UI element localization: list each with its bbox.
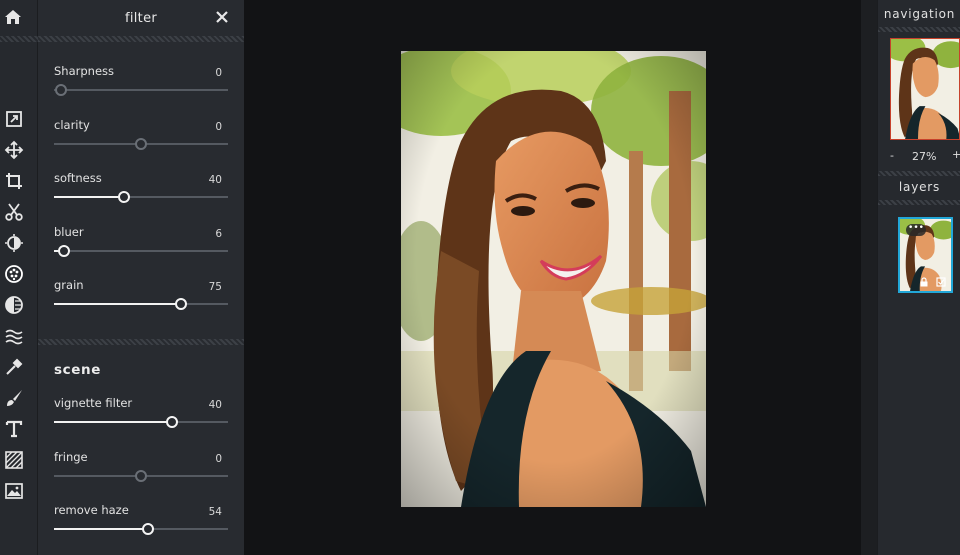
zoom-in-button[interactable]: + bbox=[952, 148, 960, 161]
distort-icon[interactable] bbox=[0, 324, 28, 348]
slider-track[interactable] bbox=[54, 244, 228, 257]
slider-knob[interactable] bbox=[135, 469, 147, 482]
zoom-controls: - 27% + bbox=[878, 148, 960, 166]
slider-label: vignette filter bbox=[54, 396, 133, 410]
slider-knob[interactable] bbox=[58, 244, 70, 257]
slider-value: 54 bbox=[208, 506, 222, 518]
slider-label: clarity bbox=[54, 117, 90, 132]
slider-value: 0 bbox=[215, 67, 222, 79]
brush-icon[interactable] bbox=[0, 386, 28, 410]
navigation-divider bbox=[878, 27, 960, 32]
filter-icon[interactable] bbox=[0, 262, 28, 286]
slider-track[interactable] bbox=[54, 469, 228, 482]
section-divider bbox=[38, 339, 244, 345]
move-icon[interactable] bbox=[0, 138, 28, 162]
slider-softness: softness 40 bbox=[54, 171, 228, 215]
slider-track[interactable] bbox=[54, 84, 228, 96]
slider-fill bbox=[54, 421, 172, 423]
slider-label: bluer bbox=[54, 224, 84, 239]
slider-sharpness: Sharpness 0 bbox=[54, 64, 228, 108]
slider-grain: grain 75 bbox=[54, 278, 228, 322]
slider-value: 0 bbox=[215, 452, 222, 465]
slider-knob[interactable] bbox=[55, 84, 67, 96]
slider-knob[interactable] bbox=[142, 523, 154, 535]
slider-knob[interactable] bbox=[175, 298, 187, 310]
slider-fill bbox=[54, 196, 124, 198]
slider-fill bbox=[54, 528, 148, 530]
navigation-thumbnail[interactable] bbox=[890, 38, 960, 140]
navigation-heading: navigation bbox=[883, 7, 956, 21]
image-icon[interactable] bbox=[0, 479, 28, 503]
home-icon[interactable] bbox=[0, 4, 26, 30]
slider-track[interactable] bbox=[54, 191, 228, 203]
slider-vignette-filter: vignette filter 40 bbox=[54, 396, 228, 440]
slider-label: remove haze bbox=[54, 503, 129, 517]
slider-track[interactable] bbox=[54, 137, 228, 150]
layers-divider bbox=[878, 200, 960, 205]
effect-icon[interactable] bbox=[0, 293, 28, 317]
slider-value: 6 bbox=[215, 227, 222, 240]
toolbar-divider bbox=[0, 36, 38, 42]
slider-value: 0 bbox=[215, 120, 222, 133]
slider-fill bbox=[54, 303, 181, 305]
left-toolbar bbox=[0, 0, 38, 555]
adjust-icon[interactable] bbox=[0, 231, 28, 255]
panel-gutter bbox=[861, 0, 877, 555]
zoom-out-button[interactable]: - bbox=[890, 149, 894, 162]
slider-label: grain bbox=[54, 278, 84, 292]
canvas-area[interactable] bbox=[244, 0, 861, 555]
layer-menu-button[interactable]: ••• bbox=[906, 224, 926, 236]
zoom-level: 27% bbox=[912, 150, 937, 163]
slider-knob[interactable] bbox=[118, 191, 130, 203]
slider-label: fringe bbox=[54, 449, 88, 464]
slider-value: 75 bbox=[208, 281, 222, 293]
slider-bluer: bluer 6 bbox=[54, 225, 228, 269]
crop-icon[interactable] bbox=[0, 169, 28, 193]
color-picker-icon[interactable] bbox=[0, 355, 28, 379]
visibility-icon[interactable] bbox=[936, 277, 946, 287]
slider-remove-haze: remove haze 54 bbox=[54, 503, 228, 547]
slider-fringe: fringe 0 bbox=[54, 450, 228, 494]
slider-knob[interactable] bbox=[135, 137, 147, 150]
panel-title: filter bbox=[124, 10, 158, 26]
right-panel: navigation - 27% + layers ••• bbox=[877, 0, 960, 555]
pattern-icon[interactable] bbox=[0, 448, 28, 472]
slider-label: Sharpness bbox=[54, 64, 115, 78]
slider-track[interactable] bbox=[54, 298, 228, 310]
slider-clarity: clarity 0 bbox=[54, 118, 228, 162]
layers-heading: layers bbox=[898, 180, 941, 194]
slider-label: softness bbox=[54, 171, 102, 185]
close-icon[interactable] bbox=[214, 9, 230, 25]
slider-value: 40 bbox=[208, 399, 222, 411]
photo-image bbox=[401, 51, 706, 507]
filter-panel: filter Sharpness 0 clarity 0 softness 40 bluer… bbox=[38, 0, 244, 555]
editor-app: filter Sharpness 0 clarity 0 softness 40 bluer… bbox=[0, 0, 960, 555]
cut-icon[interactable] bbox=[0, 200, 28, 224]
slider-knob[interactable] bbox=[166, 416, 178, 428]
export-icon[interactable] bbox=[0, 107, 28, 131]
panel-divider bbox=[38, 36, 244, 42]
slider-track[interactable] bbox=[54, 523, 228, 535]
layer-thumbnail[interactable]: ••• bbox=[898, 217, 953, 293]
scene-heading: scene bbox=[54, 362, 101, 378]
portrait-photo[interactable] bbox=[401, 51, 706, 507]
slider-value: 40 bbox=[208, 174, 222, 186]
panel-header: filter bbox=[38, 0, 244, 36]
lock-icon[interactable] bbox=[919, 277, 929, 287]
layers-divider-top bbox=[878, 171, 960, 176]
text-icon[interactable] bbox=[0, 417, 28, 441]
slider-track[interactable] bbox=[54, 416, 228, 428]
navigation-preview bbox=[891, 39, 959, 139]
